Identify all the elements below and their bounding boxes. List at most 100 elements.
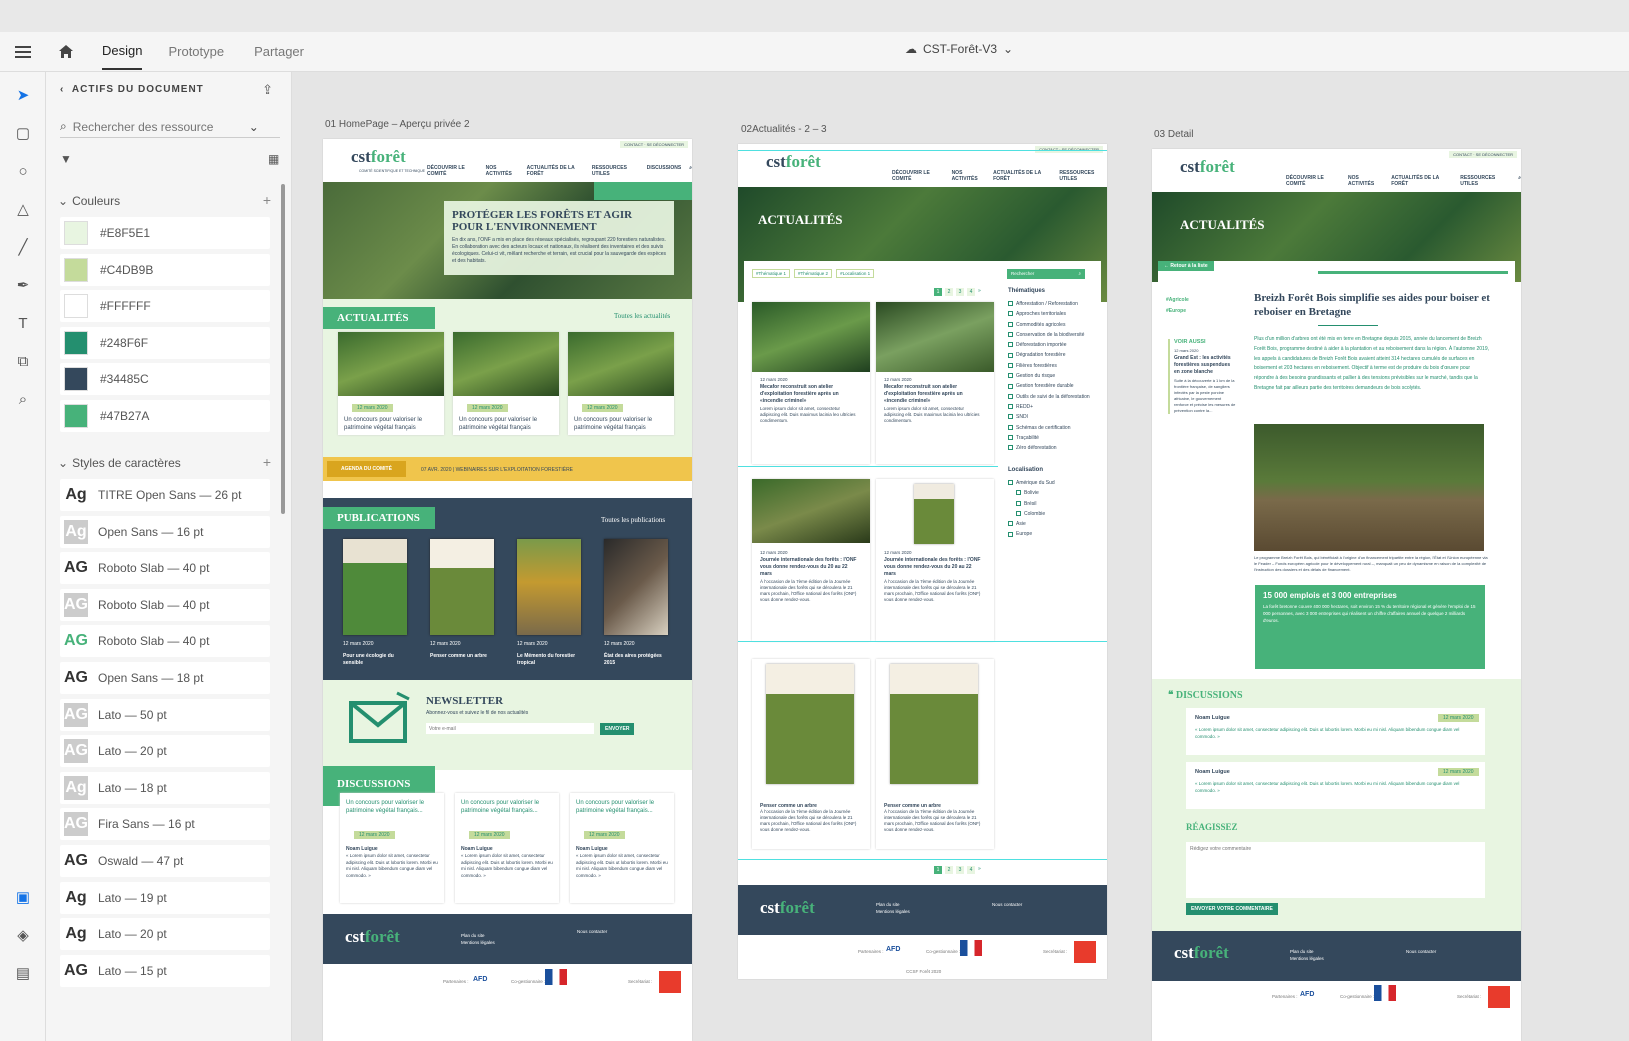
layers-panel-icon[interactable]: ◈ xyxy=(12,924,34,946)
design-canvas[interactable]: 01 HomePage – Aperçu privée 2 CONTACT · … xyxy=(292,72,1629,1041)
checkbox-icon[interactable] xyxy=(1008,311,1013,317)
colors-section-header[interactable]: ⌄ Couleurs xyxy=(58,194,120,208)
nav-item[interactable]: ACTUALITÉS DE LA FORÊT xyxy=(993,170,1051,182)
char-styles-section-header[interactable]: ⌄ Styles de caractères xyxy=(58,456,181,470)
checkbox-icon[interactable] xyxy=(1008,393,1013,399)
topbar-links[interactable]: CONTACT · SE DÉCONNECTER xyxy=(620,141,688,148)
artboard-tool-icon[interactable]: ⧉ xyxy=(12,350,34,372)
artboard-label-detail[interactable]: 03 Detail xyxy=(1154,129,1193,140)
location-filter-item[interactable]: Brésil xyxy=(1008,499,1055,509)
add-color-icon[interactable]: + xyxy=(263,192,271,208)
tag-chip[interactable]: #Thématique 2 xyxy=(794,269,833,278)
char-style-row[interactable]: AG Lato — 20 pt xyxy=(60,735,270,768)
artboard-label-news[interactable]: 02Actualités - 2 – 3 xyxy=(741,124,827,135)
tag-link[interactable]: #Agricole xyxy=(1166,295,1189,306)
checkbox-icon[interactable] xyxy=(1008,521,1013,527)
char-style-row[interactable]: Ag TITRE Open Sans — 26 pt xyxy=(60,479,270,511)
tag-chip[interactable]: #Localisation 1 xyxy=(836,269,875,278)
nav-item[interactable]: RESSOURCES UTILES xyxy=(592,165,639,177)
news-card-title[interactable]: Journée internationale des forêts : l'ON… xyxy=(884,557,984,578)
location-filter-item[interactable]: Bolivie xyxy=(1008,488,1055,498)
char-style-row[interactable]: Ag Lato — 18 pt xyxy=(60,771,270,804)
artboard-home[interactable]: CONTACT · SE DÉCONNECTER cstforêt COMITÉ… xyxy=(323,139,692,1041)
char-style-row[interactable]: AG Fira Sans — 16 pt xyxy=(60,808,270,841)
char-style-row[interactable]: Ag Lato — 19 pt xyxy=(60,881,270,914)
theme-filter-item[interactable]: Gestion forestière durable xyxy=(1008,381,1090,391)
theme-filter-item[interactable]: Conservation de la biodiversité xyxy=(1008,330,1090,340)
footer-link[interactable]: Mentions légales xyxy=(876,909,910,915)
newsletter-email-input[interactable] xyxy=(426,723,594,734)
checkbox-icon[interactable] xyxy=(1008,424,1013,430)
tab-prototype[interactable]: Prototype xyxy=(168,34,224,69)
footer-link[interactable]: Mentions légales xyxy=(1290,956,1324,962)
page-button[interactable]: 1 xyxy=(934,866,942,874)
nav-item[interactable]: NOS ACTIVITÉS xyxy=(952,170,986,182)
checkbox-icon[interactable] xyxy=(1008,480,1013,486)
checkbox-icon[interactable] xyxy=(1008,301,1013,307)
publication-cover[interactable] xyxy=(604,539,668,635)
news-list-card[interactable]: 12 mars 2020 Journée internationale des f… xyxy=(752,479,870,641)
theme-filter-item[interactable]: Dégradation forestière xyxy=(1008,350,1090,360)
nav-item[interactable]: NOS ACTIVITÉS xyxy=(486,165,519,177)
theme-filter-item[interactable]: Gestion du risque xyxy=(1008,371,1090,381)
site-logo[interactable]: cstforêt xyxy=(1180,157,1235,177)
page-button[interactable]: 1 xyxy=(934,288,942,296)
checkbox-icon[interactable] xyxy=(1008,342,1013,348)
submit-comment-button[interactable]: ENVOYER VOTRE COMMENTAIRE xyxy=(1186,903,1278,915)
checkbox-icon[interactable] xyxy=(1008,321,1013,327)
location-filter-item[interactable]: Colombie xyxy=(1008,509,1055,519)
color-swatch-row[interactable]: #248F6F xyxy=(60,326,270,359)
see-also-link[interactable]: Grand Est : les activités forestières su… xyxy=(1174,355,1236,376)
tag-chip[interactable]: #Thématique 1 xyxy=(752,269,791,278)
panel-header[interactable]: ‹ ACTIFS DU DOCUMENT xyxy=(60,84,204,95)
next-page-icon[interactable]: » xyxy=(978,288,981,296)
publication-title[interactable]: État des aires protégées 2015 xyxy=(604,653,668,667)
publication-title[interactable]: Pour une écologie du sensible xyxy=(343,653,407,667)
tag-link[interactable]: #Europe xyxy=(1166,306,1189,317)
page-button[interactable]: 3 xyxy=(956,288,964,296)
footer-link[interactable]: Plan du site xyxy=(461,933,485,939)
theme-filter-item[interactable]: Outils de suivi de la déforestation xyxy=(1008,392,1090,402)
publication-title[interactable]: Le Mémento du forestier tropical xyxy=(517,653,581,667)
char-style-row[interactable]: AG Oswald — 47 pt xyxy=(60,845,270,877)
news-card-title[interactable]: Mecafor reconstruit son atelier d'exploi… xyxy=(760,384,860,405)
search-icon[interactable]: ⌕ xyxy=(689,165,692,177)
checkbox-icon[interactable] xyxy=(1008,404,1013,410)
theme-filter-item[interactable]: Déforestation importée xyxy=(1008,340,1090,350)
news-list-card[interactable]: Penser comme un arbre À l'occasion de la … xyxy=(752,659,870,849)
newsletter-send-button[interactable]: ENVOYER xyxy=(600,723,635,735)
artboard-label-home[interactable]: 01 HomePage – Aperçu privée 2 xyxy=(325,119,470,130)
page-button[interactable]: 2 xyxy=(945,288,953,296)
news-card[interactable]: 12 mars 2020 Un concours pour valoriser l… xyxy=(338,332,444,435)
document-title[interactable]: ☁ CST-Forêt-V3 ⌄ xyxy=(905,42,1013,56)
rectangle-tool-icon[interactable]: ▢ xyxy=(12,122,34,144)
export-icon[interactable]: ⇪ xyxy=(262,82,273,98)
publication-cover[interactable] xyxy=(343,539,407,635)
char-style-row[interactable]: AG Lato — 15 pt xyxy=(60,954,270,987)
hamburger-menu-icon[interactable] xyxy=(0,45,46,58)
footer-link[interactable]: Mentions légales xyxy=(461,940,495,946)
back-to-list-link[interactable]: ← Retour à la liste xyxy=(1158,261,1214,271)
page-button[interactable]: 3 xyxy=(956,866,964,874)
char-style-row[interactable]: Ag Open Sans — 16 pt xyxy=(60,515,270,548)
location-filter-item[interactable]: Asie xyxy=(1008,519,1055,529)
discussion-card[interactable]: Un concours pour valoriser le patrimoine… xyxy=(340,793,444,903)
news-list-card[interactable]: 12 mars 2020 Mecafor reconstruit son atel… xyxy=(876,302,994,464)
agenda-label[interactable]: AGENDA DU COMITÉ xyxy=(327,461,406,477)
select-tool-icon[interactable]: ➤ xyxy=(12,84,34,106)
site-logo[interactable]: cstforêt xyxy=(766,152,821,172)
publication-title[interactable]: Penser comme un arbre xyxy=(430,653,494,660)
theme-filter-item[interactable]: Zéro déforestation xyxy=(1008,443,1090,453)
news-list-card[interactable]: Penser comme un arbre À l'occasion de la … xyxy=(876,659,994,849)
theme-filter-item[interactable]: SNDI xyxy=(1008,412,1090,422)
checkbox-icon[interactable] xyxy=(1008,352,1013,358)
theme-filter-item[interactable]: Afforestation / Reforestation xyxy=(1008,299,1090,309)
page-button[interactable]: 4 xyxy=(967,866,975,874)
assets-search-input[interactable] xyxy=(72,119,243,134)
panel-scrollbar[interactable] xyxy=(281,184,285,514)
footer-logo[interactable]: cstforêt xyxy=(1174,943,1229,963)
discussion-card[interactable]: Un concours pour valoriser le patrimoine… xyxy=(570,793,674,903)
location-filter-item[interactable]: Amérique du Sud xyxy=(1008,478,1055,488)
chevron-down-icon[interactable]: ⌄ xyxy=(249,120,259,134)
news-card-title[interactable]: Journée internationale des forêts : l'ON… xyxy=(760,557,860,578)
